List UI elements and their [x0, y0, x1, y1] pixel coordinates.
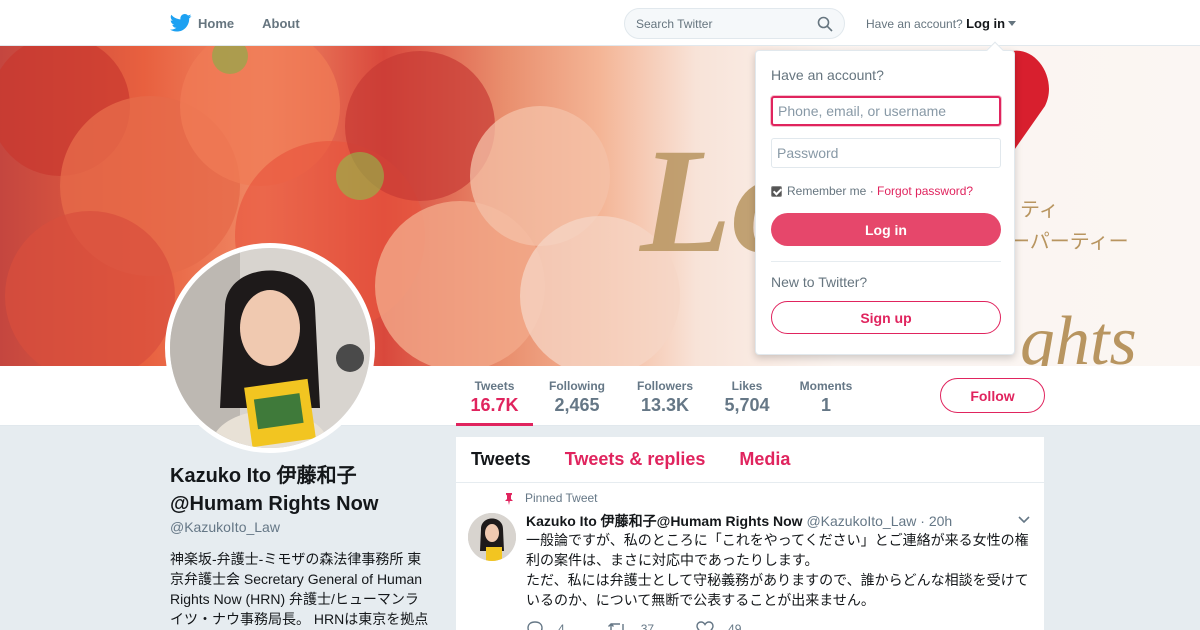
- tweet-avatar-image: [468, 513, 516, 561]
- stat-likes-value: 5,704: [724, 395, 770, 415]
- tab-tweets-and-replies[interactable]: Tweets & replies: [565, 449, 706, 470]
- stat-following-label: Following: [549, 379, 605, 393]
- dropdown-divider: [771, 261, 1001, 262]
- svg-text:ーパーティー: ーパーティー: [1010, 229, 1129, 253]
- remember-me-row: Remember me · Forgot password?: [771, 184, 973, 198]
- retweet-count: 37: [640, 622, 655, 630]
- svg-text:ティ: ティ: [1020, 197, 1059, 221]
- search-input[interactable]: [636, 9, 816, 38]
- pinned-tweet[interactable]: Pinned Tweet Kazuko Ito 伊藤和子@Humam Right…: [456, 483, 1044, 630]
- login-menu-link[interactable]: Log in: [966, 16, 1017, 31]
- top-navigation-bar: Home About Have an account? Log in: [0, 0, 1200, 46]
- svg-text:ghts: ghts: [1020, 303, 1137, 366]
- nav-left: Home About: [170, 0, 328, 46]
- avatar-image: [170, 248, 370, 448]
- login-button[interactable]: Log in: [771, 213, 1001, 246]
- reply-count: 4: [558, 622, 565, 630]
- stat-followers-label: Followers: [636, 379, 693, 393]
- like-count: 49: [728, 622, 742, 630]
- profile-name: Kazuko Ito 伊藤和子 @Humam Rights Now: [170, 465, 379, 515]
- stat-following[interactable]: Following 2,465: [543, 366, 611, 426]
- username-field[interactable]: [771, 96, 1001, 126]
- profile-handle[interactable]: @KazukoIto_Law: [170, 519, 280, 535]
- remember-me-label[interactable]: Remember me: [787, 184, 866, 198]
- account-menu: Have an account? Log in: [866, 16, 1017, 31]
- tweet-timestamp[interactable]: · 20h: [920, 513, 952, 529]
- retweet-icon: [607, 623, 624, 630]
- password-field[interactable]: [771, 138, 1001, 168]
- about-link[interactable]: About: [262, 16, 300, 31]
- tweet-author-handle[interactable]: @KazukoIto_Law: [806, 513, 916, 529]
- tab-tweets[interactable]: Tweets: [471, 449, 531, 470]
- pin-icon: [505, 493, 513, 505]
- home-label: Home: [198, 15, 235, 31]
- tweet-text: 一般論ですが、私のところに「これをやってください」とご連絡が来る女性の権利の案件…: [526, 530, 1036, 610]
- tweet-timeline: Tweets Tweets & replies Media Pinned Twe…: [456, 437, 1044, 630]
- stat-following-value: 2,465: [554, 395, 600, 415]
- stat-followers-value: 13.3K: [640, 395, 690, 415]
- tweet-text-paragraph-2: ただ、私には弁護士として守秘義務がありますので、誰からどんな相談を受けているのか…: [526, 572, 1029, 608]
- follow-button[interactable]: Follow: [940, 378, 1045, 413]
- profile-avatar[interactable]: [165, 243, 375, 453]
- search-icon[interactable]: [817, 16, 833, 32]
- pinned-tweet-label: Pinned Tweet: [525, 491, 598, 505]
- timeline-tabs: Tweets Tweets & replies Media: [456, 437, 1044, 483]
- chevron-down-icon[interactable]: [1018, 516, 1030, 524]
- stat-likes[interactable]: Likes 5,704: [718, 366, 776, 426]
- stat-tweets[interactable]: Tweets 16.7K: [456, 366, 533, 426]
- stat-tweets-value: 16.7K: [470, 395, 519, 415]
- retweet-button[interactable]: 37: [607, 621, 654, 630]
- stat-tweets-label: Tweets: [474, 379, 515, 393]
- search-box: [624, 8, 845, 39]
- heart-icon: [696, 621, 714, 630]
- login-menu-label: Log in: [966, 16, 1006, 31]
- stat-moments-value: 1: [820, 395, 831, 415]
- new-to-twitter-text: New to Twitter?: [771, 274, 868, 290]
- login-dropdown-title: Have an account?: [771, 67, 884, 83]
- stat-followers[interactable]: Followers 13.3K: [630, 366, 700, 426]
- stat-moments-label: Moments: [799, 379, 853, 393]
- login-dropdown: Have an account? Remember me · Forgot pa…: [755, 41, 1015, 355]
- tweet-header: Kazuko Ito 伊藤和子@Humam Rights Now @Kazuko…: [526, 511, 952, 531]
- forgot-password-link[interactable]: Forgot password?: [877, 184, 973, 198]
- remember-separator: ·: [869, 184, 874, 198]
- tweet-author-avatar[interactable]: [468, 513, 516, 561]
- reply-button[interactable]: 4: [526, 621, 565, 630]
- tweet-text-paragraph-1: 一般論ですが、私のところに「これをやってください」とご連絡が来る女性の権利の案件…: [526, 532, 1029, 568]
- tweet-actions: 4 37 49: [526, 621, 783, 630]
- reply-icon: [527, 621, 543, 630]
- have-account-text: Have an account?: [866, 17, 963, 31]
- signup-button[interactable]: Sign up: [771, 301, 1001, 334]
- tab-media[interactable]: Media: [739, 449, 790, 470]
- like-button[interactable]: 49: [696, 621, 741, 630]
- tweet-author-name[interactable]: Kazuko Ito 伊藤和子@Humam Rights Now: [526, 513, 803, 529]
- caret-down-icon: [1008, 21, 1017, 26]
- profile-bio: 神楽坂-弁護士-ミモザの森法律事務所 東京弁護士会 Secretary Gene…: [170, 551, 429, 627]
- stat-likes-label: Likes: [731, 379, 763, 393]
- stat-moments[interactable]: Moments 1: [794, 366, 858, 426]
- remember-me-checkbox[interactable]: [771, 185, 782, 197]
- twitter-bird-icon: [170, 14, 192, 32]
- home-link[interactable]: Home: [170, 14, 234, 32]
